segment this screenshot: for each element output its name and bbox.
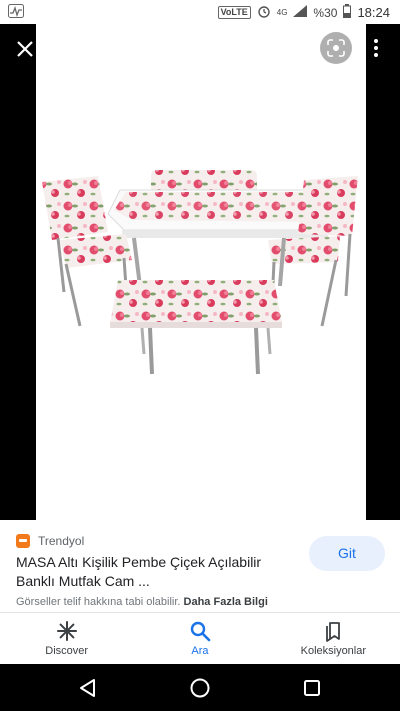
nav-search-label: Ara bbox=[191, 645, 209, 657]
battery-icon bbox=[343, 4, 352, 21]
home-circle-icon bbox=[190, 678, 210, 698]
more-vert-icon bbox=[374, 39, 378, 43]
nav-discover[interactable]: Discover bbox=[0, 613, 133, 664]
battery-label: %30 bbox=[313, 5, 338, 20]
close-icon bbox=[17, 41, 33, 57]
back-button[interactable] bbox=[77, 677, 99, 699]
activity-icon bbox=[8, 4, 24, 21]
nav-collections[interactable]: Koleksiyonlar bbox=[267, 613, 400, 664]
source-name: Trendyol bbox=[38, 534, 85, 548]
nav-discover-label: Discover bbox=[45, 645, 89, 657]
product-image[interactable] bbox=[36, 24, 366, 520]
lens-button[interactable] bbox=[320, 32, 352, 64]
back-triangle-icon bbox=[80, 679, 95, 697]
search-icon bbox=[190, 621, 211, 642]
bookmarks-icon bbox=[326, 622, 341, 642]
copyright-text: Görseller telif hakkına tabi olabilir. bbox=[16, 596, 181, 608]
source-logo-icon bbox=[16, 534, 30, 548]
more-info-link[interactable]: Daha Fazla Bilgi bbox=[184, 596, 268, 608]
source-row[interactable]: Trendyol bbox=[16, 534, 84, 548]
alarm-icon bbox=[257, 4, 271, 21]
home-button[interactable] bbox=[189, 677, 211, 699]
close-button[interactable] bbox=[10, 34, 40, 64]
visit-button[interactable]: Git bbox=[309, 536, 385, 571]
system-navigation-bar bbox=[0, 664, 400, 711]
copyright-notice: Görseller telif hakkına tabi olabilir. D… bbox=[16, 596, 268, 608]
clock: 18:24 bbox=[357, 5, 390, 20]
signal-icon bbox=[293, 5, 308, 20]
lens-icon bbox=[327, 39, 345, 57]
result-title[interactable]: MASA Altı Kişilik Pembe Çiçek Açılabilir… bbox=[16, 553, 286, 591]
network-label: 4G bbox=[276, 8, 288, 17]
result-info-panel: Trendyol MASA Altı Kişilik Pembe Çiçek A… bbox=[0, 520, 400, 612]
volte-badge: VoLTE bbox=[217, 6, 251, 19]
recents-button[interactable] bbox=[301, 677, 323, 699]
recents-square-icon bbox=[304, 680, 320, 696]
bottom-navigation: Discover Ara Koleksiyonlar bbox=[0, 612, 400, 664]
table-set-illustration bbox=[42, 170, 358, 375]
nav-collections-label: Koleksiyonlar bbox=[300, 645, 367, 657]
more-options-button[interactable] bbox=[362, 32, 390, 64]
image-viewer bbox=[0, 24, 400, 520]
status-bar: VoLTE 4G %30 18:24 bbox=[0, 0, 400, 24]
nav-search[interactable]: Ara bbox=[133, 613, 266, 664]
asterisk-icon bbox=[56, 621, 77, 641]
